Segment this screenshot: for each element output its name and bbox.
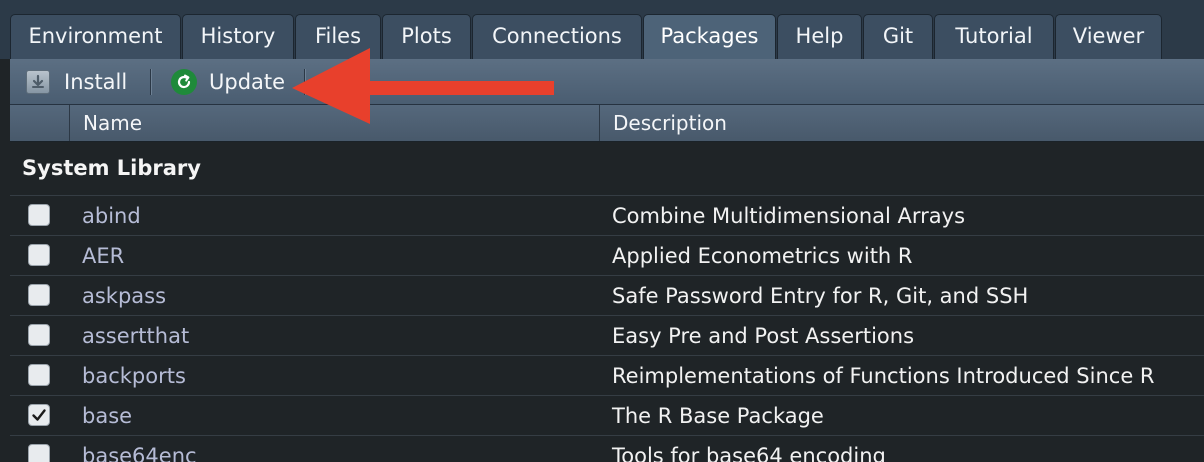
tab-files[interactable]: Files	[295, 14, 381, 59]
tab-tutorial[interactable]: Tutorial	[934, 14, 1054, 59]
package-name-link[interactable]: backports	[82, 356, 186, 396]
package-name-link[interactable]: base	[82, 396, 132, 436]
tab-connections[interactable]: Connections	[472, 14, 642, 59]
package-checkbox[interactable]	[28, 444, 50, 462]
table-header: Name Description	[10, 105, 1204, 142]
package-checkbox[interactable]	[28, 364, 50, 386]
package-name-link[interactable]: base64enc	[82, 436, 197, 462]
table-row: askpass Safe Password Entry for R, Git, a…	[10, 275, 1204, 316]
table-row: base64enc Tools for base64 encoding	[10, 435, 1204, 462]
packages-toolbar: Install Update	[10, 59, 1204, 105]
package-description: Tools for base64 encoding	[612, 444, 886, 462]
table-row: base The R Base Package	[10, 395, 1204, 436]
toolbar-separator	[304, 69, 305, 95]
update-label: Update	[209, 69, 286, 94]
package-checkbox[interactable]	[28, 324, 50, 346]
install-button[interactable]: Install	[26, 59, 127, 104]
table-row: abind Combine Multidimensional Arrays	[10, 195, 1204, 236]
name-column-header[interactable]: Name	[69, 105, 600, 141]
package-description: Applied Econometrics with R	[612, 244, 913, 268]
table-row: backports Reimplementations of Functions …	[10, 355, 1204, 396]
package-name-link[interactable]: askpass	[82, 276, 166, 316]
package-name-link[interactable]: abind	[82, 196, 141, 236]
update-button[interactable]: Update	[171, 59, 285, 104]
toolbar-separator	[150, 69, 151, 95]
install-icon	[26, 69, 50, 94]
checkmark-icon	[32, 409, 46, 421]
tab-git[interactable]: Git	[863, 14, 933, 59]
tab-history[interactable]: History	[182, 14, 294, 59]
tab-packages[interactable]: Packages	[643, 14, 776, 59]
package-description: Reimplementations of Functions Introduce…	[612, 364, 1155, 388]
package-description: Easy Pre and Post Assertions	[612, 324, 915, 348]
package-checkbox[interactable]	[28, 204, 50, 226]
tab-plots[interactable]: Plots	[382, 14, 471, 59]
package-checkbox[interactable]	[28, 404, 50, 426]
package-description: Safe Password Entry for R, Git, and SSH	[612, 284, 1029, 308]
table-row: assertthat Easy Pre and Post Assertions	[10, 315, 1204, 356]
packages-pane: Environment History Files Plots Connecti…	[0, 0, 1204, 462]
table-row: AER Applied Econometrics with R	[10, 235, 1204, 276]
install-label: Install	[64, 69, 128, 94]
packages-table: System Library abind Combine Multidimensi…	[10, 142, 1204, 462]
section-title-system-library: System Library	[22, 156, 201, 180]
package-name-link[interactable]: assertthat	[82, 316, 189, 356]
package-description: Combine Multidimensional Arrays	[612, 204, 966, 228]
tab-bar: Environment History Files Plots Connecti…	[0, 0, 1204, 59]
tab-viewer[interactable]: Viewer	[1055, 14, 1162, 59]
tab-help[interactable]: Help	[777, 14, 862, 59]
tab-environment[interactable]: Environment	[10, 14, 181, 59]
package-description: The R Base Package	[612, 404, 824, 428]
description-column-header[interactable]: Description	[599, 105, 1204, 141]
refresh-icon	[171, 68, 197, 95]
package-name-link[interactable]: AER	[82, 236, 124, 276]
package-checkbox[interactable]	[28, 244, 50, 266]
checkbox-column-header[interactable]	[10, 105, 69, 141]
package-checkbox[interactable]	[28, 284, 50, 306]
